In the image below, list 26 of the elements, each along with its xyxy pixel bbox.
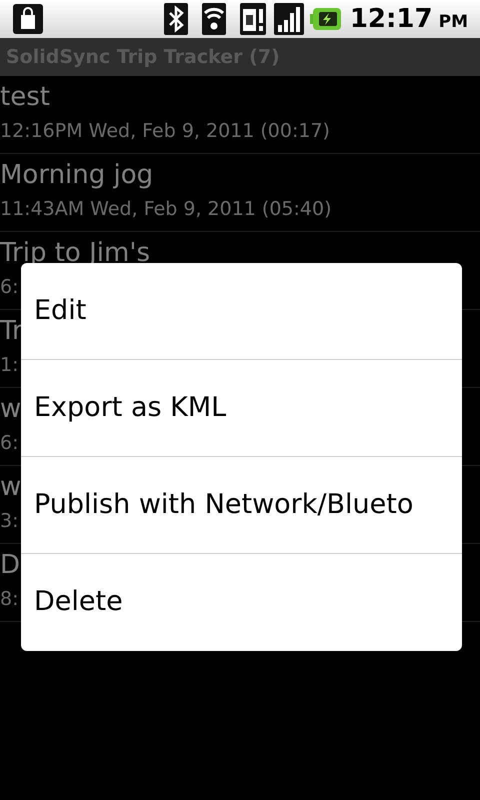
- trip-subtitle: 6:: [0, 275, 18, 300]
- signal-icon: [274, 3, 304, 35]
- menu-item[interactable]: Edit: [21, 263, 462, 360]
- trip-subtitle: 1:: [0, 353, 18, 378]
- clock-time: 12:17: [350, 6, 433, 32]
- menu-item[interactable]: Export as KML: [21, 360, 462, 457]
- trip-title: w: [0, 471, 22, 504]
- sim-card-icon: [240, 3, 266, 35]
- trip-subtitle: 11:43AM Wed, Feb 9, 2011 (05:40): [0, 197, 332, 222]
- menu-item[interactable]: Delete: [21, 554, 462, 651]
- trip-title: test: [0, 81, 50, 114]
- trip-title: Morning jog: [0, 159, 154, 192]
- menu-item[interactable]: Publish with Network/Blueto: [21, 457, 462, 554]
- trip-subtitle: 6:: [0, 431, 18, 456]
- wifi-icon: [202, 3, 226, 35]
- battery-charging-icon: [310, 7, 342, 31]
- trip-title: D: [0, 549, 20, 582]
- trip-subtitle: 3:: [0, 509, 18, 534]
- trip-row[interactable]: Morning jog 11:43AM Wed, Feb 9, 2011 (05:40): [0, 154, 480, 232]
- bluetooth-icon: [164, 3, 188, 35]
- trip-title: Tr: [0, 315, 23, 348]
- trip-row[interactable]: test 12:16PM Wed, Feb 9, 2011 (00:17): [0, 76, 480, 154]
- trip-subtitle: 8:: [0, 587, 18, 612]
- trip-subtitle: 12:16PM Wed, Feb 9, 2011 (00:17): [0, 119, 330, 144]
- trip-title: w: [0, 393, 22, 426]
- clock-meridiem: PM: [438, 14, 468, 30]
